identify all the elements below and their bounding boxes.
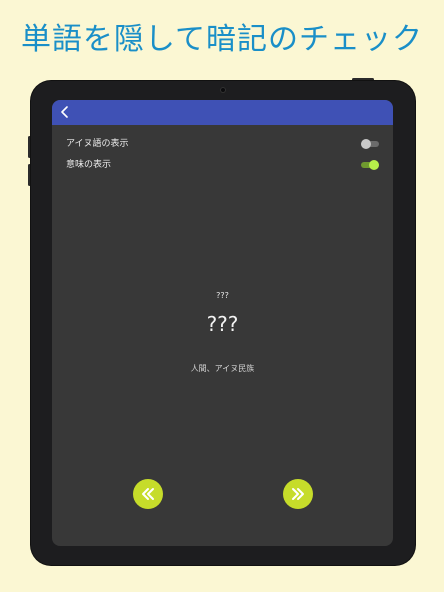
toggle-knob: [361, 139, 371, 149]
app-screen: アイヌ語の表示 意味の表示 ??? ??? 人間、アイヌ民族: [52, 100, 393, 546]
card-pronunciation: ???: [216, 291, 229, 300]
toggle-show-ainu[interactable]: [361, 139, 379, 149]
toggle-knob: [369, 160, 379, 170]
double-chevron-right-icon: [292, 488, 304, 500]
chevron-left-icon: [61, 106, 68, 118]
setting-label-show-ainu: アイヌ語の表示: [66, 139, 129, 149]
setting-row-show-meaning: 意味の表示: [66, 157, 379, 173]
next-button[interactable]: [283, 479, 313, 509]
card-word: ???: [206, 312, 239, 336]
card-meaning: 人間、アイヌ民族: [190, 364, 255, 373]
tablet-frame: アイヌ語の表示 意味の表示 ??? ??? 人間、アイヌ民族: [31, 81, 415, 565]
app-bar: [52, 100, 393, 125]
front-camera: [220, 87, 226, 93]
toggle-show-meaning[interactable]: [361, 160, 379, 170]
setting-label-show-meaning: 意味の表示: [66, 160, 112, 170]
setting-row-show-ainu: アイヌ語の表示: [66, 136, 379, 152]
previous-button[interactable]: [133, 479, 163, 509]
promo-headline: 単語を隠して暗記のチェック: [20, 22, 424, 57]
back-button[interactable]: [55, 102, 75, 122]
double-chevron-left-icon: [142, 488, 154, 500]
